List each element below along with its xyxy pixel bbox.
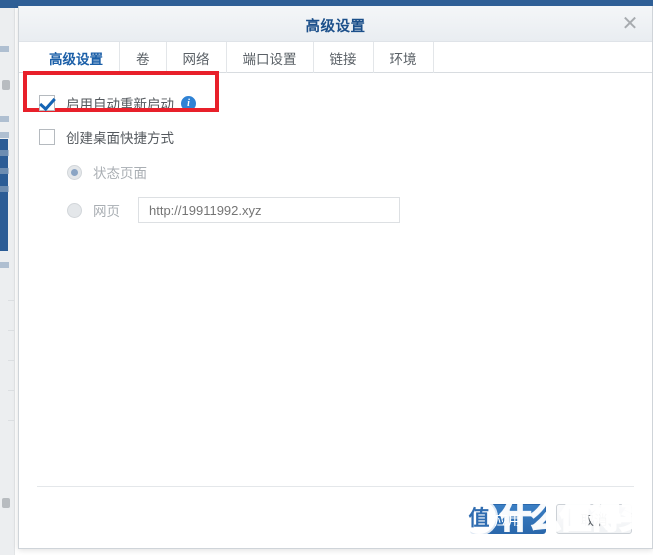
screen: 高级设置 ✕ 高级设置 卷 网络 端口设置 链接 环境 启用自动重新启动 i 创… — [0, 0, 653, 555]
tab-label: 高级设置 — [49, 51, 103, 67]
tab-environment[interactable]: 环境 — [374, 42, 434, 73]
web-page-label: 网页 — [93, 204, 120, 219]
tab-label: 网络 — [182, 51, 210, 67]
background-text-sliver — [0, 116, 9, 122]
auto-restart-label: 启用自动重新启动 — [66, 97, 174, 112]
background-text-sliver — [0, 46, 9, 52]
tab-links[interactable]: 链接 — [314, 42, 374, 73]
cancel-button[interactable]: 取消 — [556, 504, 632, 534]
shortcut-url-input[interactable] — [138, 197, 400, 223]
auto-restart-checkbox[interactable] — [39, 95, 55, 111]
close-icon[interactable]: ✕ — [616, 10, 644, 37]
background-text-sliver — [0, 150, 9, 156]
dialog-title: 高级设置 — [305, 19, 366, 35]
advanced-settings-dialog: 高级设置 ✕ 高级设置 卷 网络 端口设置 链接 环境 启用自动重新启动 i 创… — [18, 0, 653, 549]
tab-network[interactable]: 网络 — [167, 42, 227, 73]
tab-port-settings[interactable]: 端口设置 — [227, 42, 314, 73]
footer-divider — [37, 486, 634, 487]
auto-restart-row[interactable]: 启用自动重新启动 i — [39, 89, 632, 117]
web-page-radio[interactable] — [67, 202, 82, 218]
dialog-titlebar: 高级设置 ✕ — [19, 6, 652, 42]
apply-button[interactable]: 应用 — [470, 504, 546, 534]
tab-label: 链接 — [329, 51, 357, 67]
tab-label: 卷 — [136, 51, 150, 67]
background-text-sliver — [0, 186, 9, 192]
tab-label: 环境 — [389, 51, 417, 67]
web-page-row[interactable]: 网页 — [39, 195, 632, 225]
status-page-radio[interactable] — [67, 164, 82, 180]
tab-strip: 高级设置 卷 网络 端口设置 链接 环境 — [19, 42, 652, 75]
desktop-shortcut-label: 创建桌面快捷方式 — [66, 131, 174, 146]
background-text-sliver — [0, 262, 9, 268]
background-grey-column — [0, 8, 14, 555]
desktop-shortcut-row[interactable]: 创建桌面快捷方式 — [39, 123, 632, 151]
background-text-sliver — [0, 168, 9, 174]
dialog-footer: 应用 取消 — [19, 474, 652, 548]
info-icon[interactable]: i — [181, 95, 196, 111]
dialog-body: 启用自动重新启动 i 创建桌面快捷方式 状态页面 网页 — [19, 71, 652, 505]
tab-label: 端口设置 — [242, 51, 297, 67]
desktop-shortcut-checkbox[interactable] — [39, 129, 55, 145]
footer-button-group: 应用 取消 — [470, 504, 632, 534]
tab-advanced-settings[interactable]: 高级设置 — [33, 42, 120, 75]
tab-volumes[interactable]: 卷 — [120, 42, 167, 73]
background-scrollbar-thumb[interactable] — [2, 80, 10, 90]
status-page-label: 状态页面 — [93, 166, 147, 181]
background-scrollbar-thumb[interactable] — [2, 498, 10, 508]
background-text-sliver — [0, 132, 9, 138]
status-page-row[interactable]: 状态页面 — [39, 158, 632, 186]
